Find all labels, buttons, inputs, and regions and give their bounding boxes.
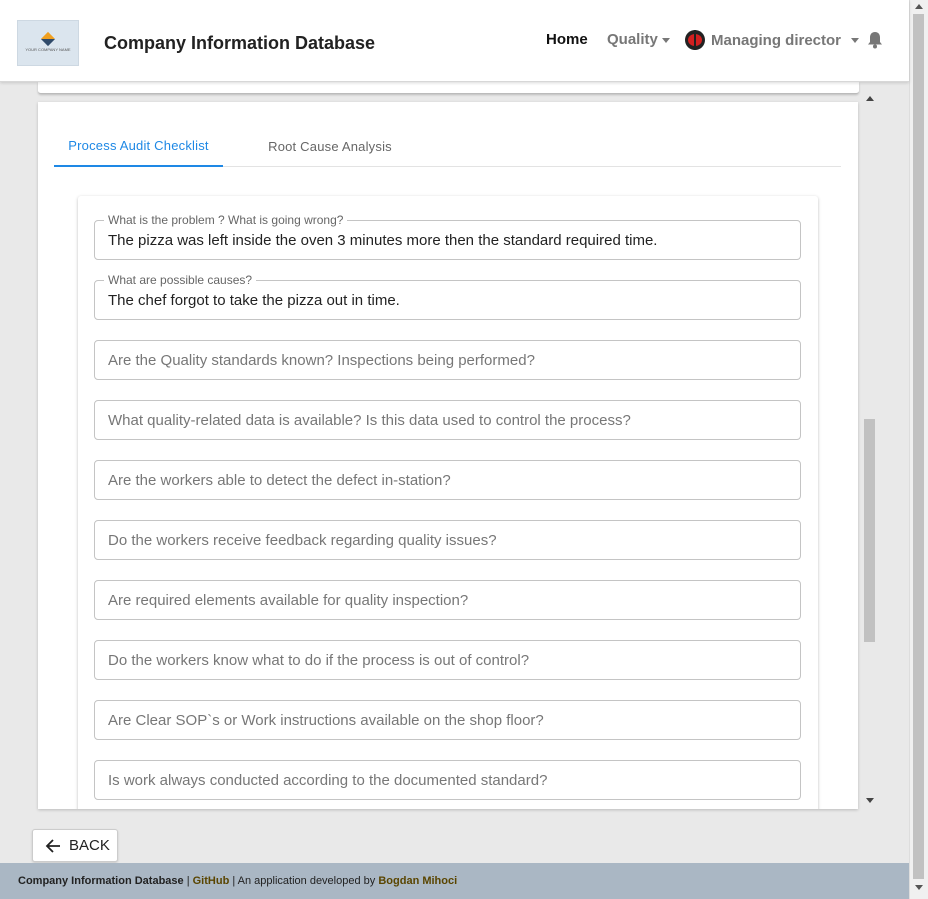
app-header: YOUR COMPANY NAME Company Information Da… [0,0,909,82]
tab-root-cause-analysis[interactable]: Root Cause Analysis [250,126,410,167]
question-placeholder: Is work always conducted according to th… [108,772,548,789]
question-field[interactable]: Do the workers know what to do if the pr… [94,640,801,680]
causes-field[interactable]: What are possible causes? The chef forgo… [94,273,801,320]
arrow-left-icon [45,838,60,853]
logo-mark-icon [40,31,56,47]
question-placeholder: Are the workers able to detect the defec… [108,472,451,489]
question-field[interactable]: Are required elements available for qual… [94,580,801,620]
user-avatar [685,30,705,50]
question-field[interactable]: What quality-related data is available? … [94,400,801,440]
back-button[interactable]: BACK [32,829,118,862]
question-field[interactable]: Do the workers receive feedback regardin… [94,520,801,560]
company-logo[interactable]: YOUR COMPANY NAME [17,20,79,66]
tab-process-audit-checklist[interactable]: Process Audit Checklist [54,126,223,167]
footer-developed-by: | An application developed by [232,875,376,887]
scroll-down-arrow-icon[interactable] [866,798,874,803]
page-scrollbar[interactable] [909,0,928,899]
logo-text: YOUR COMPANY NAME [25,47,71,52]
footer-app-name: Company Information Database [18,875,184,887]
problem-field-value: The pizza was left inside the oven 3 min… [108,232,658,249]
nav-quality-dropdown[interactable]: Quality [607,31,670,48]
nav-user-label: Managing director [711,31,842,49]
question-field[interactable]: Are the Quality standards known? Inspect… [94,340,801,380]
problem-field[interactable]: What is the problem ? What is going wron… [94,213,801,260]
question-placeholder: Are required elements available for qual… [108,592,469,609]
page-scrollbar-thumb[interactable] [913,14,924,879]
audit-panel: Process Audit Checklist Root Cause Analy… [38,102,858,809]
footer-author-link[interactable]: Bogdan Mihoci [378,875,457,887]
caret-down-icon [851,37,860,43]
causes-field-value: The chef forgot to take the pizza out in… [108,292,400,309]
question-placeholder: Do the workers receive feedback regardin… [108,532,497,549]
question-field[interactable]: Is work always conducted according to th… [94,760,801,800]
question-placeholder: Are the Quality standards known? Inspect… [108,352,535,369]
nav-home[interactable]: Home [546,31,588,48]
footer-separator: | [186,875,190,887]
question-placeholder: Are Clear SOP`s or Work instructions ava… [108,712,544,729]
question-field[interactable]: Are Clear SOP`s or Work instructions ava… [94,700,801,740]
question-placeholder: Do the workers know what to do if the pr… [108,652,530,669]
previous-card [38,82,859,94]
nav-user-dropdown[interactable]: Managing director [685,30,860,50]
page-scroll-up-icon[interactable] [915,4,923,9]
scroll-up-arrow-icon[interactable] [866,96,874,101]
bell-icon[interactable] [867,31,883,49]
footer-github-link[interactable]: GitHub [193,875,230,887]
question-field[interactable]: Are the workers able to detect the defec… [94,460,801,500]
app-title: Company Information Database [104,33,376,53]
checklist-form: What is the problem ? What is going wron… [78,196,818,809]
problem-field-label: What is the problem ? What is going wron… [104,213,348,227]
footer: Company Information Database | GitHub | … [0,863,909,899]
tab-bar: Process Audit Checklist Root Cause Analy… [54,126,841,167]
back-button-label: BACK [69,837,110,854]
nav-quality-label: Quality [607,31,658,48]
question-placeholder: What quality-related data is available? … [108,412,631,429]
causes-field-label: What are possible causes? [104,273,257,287]
caret-down-icon [661,37,670,43]
panel-scrollbar-thumb[interactable] [864,419,875,642]
page-scroll-down-icon[interactable] [915,885,923,890]
